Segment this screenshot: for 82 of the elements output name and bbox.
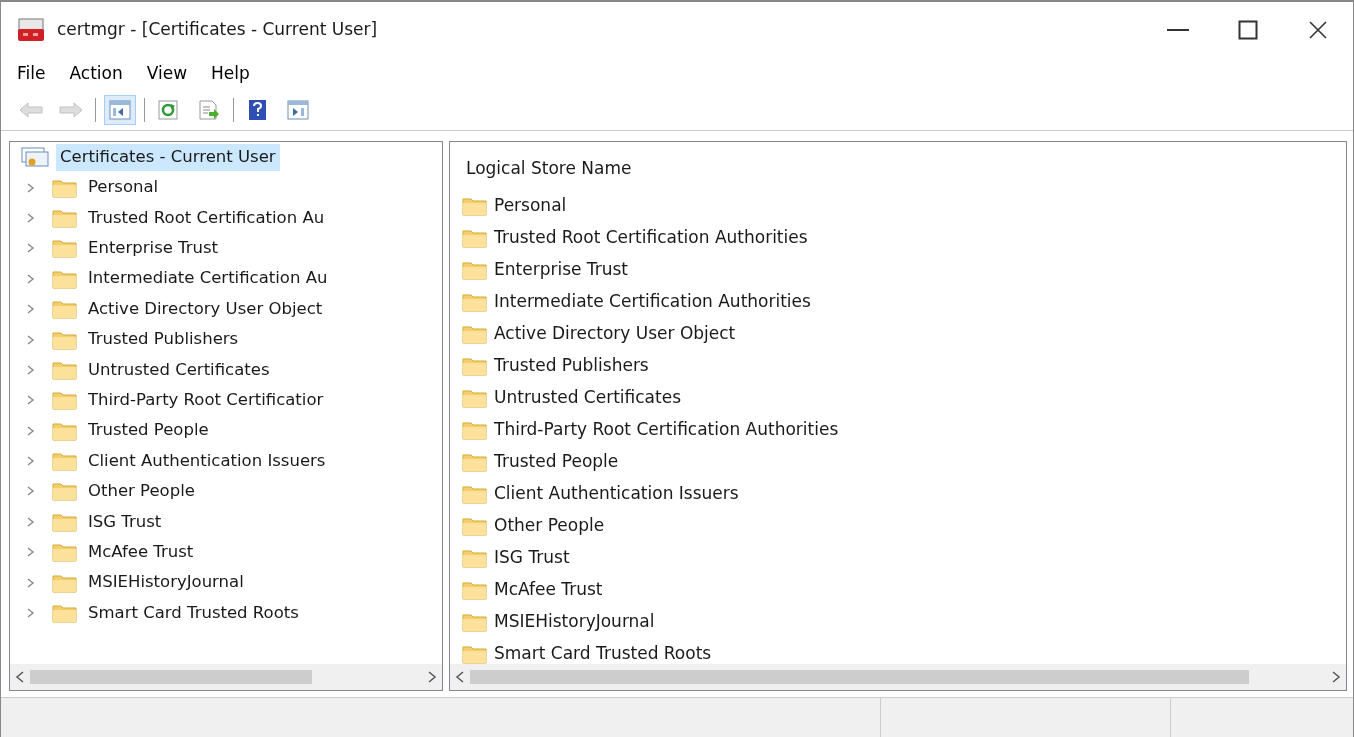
menu-item[interactable]: View xyxy=(136,61,198,87)
menu-item[interactable]: Help xyxy=(201,61,260,87)
folder-icon xyxy=(462,451,488,472)
folder-icon xyxy=(52,542,78,563)
menu-item[interactable]: Action xyxy=(59,61,133,87)
folder-icon xyxy=(462,419,488,440)
list-item[interactable]: Third-Party Root Certification Authorities xyxy=(494,416,839,443)
certificates-icon xyxy=(20,145,50,170)
export-list-icon xyxy=(196,98,222,122)
maximize-icon xyxy=(1238,20,1258,40)
folder-icon xyxy=(462,643,488,664)
folder-icon xyxy=(462,579,488,600)
folder-icon xyxy=(52,511,78,532)
folder-icon xyxy=(462,259,488,280)
tree-item[interactable]: Smart Card Trusted Roots xyxy=(84,599,303,627)
list-item[interactable]: Smart Card Trusted Roots xyxy=(494,640,712,664)
tree-item[interactable]: Trusted Publishers xyxy=(84,326,243,353)
folder-icon xyxy=(462,483,488,504)
folder-icon xyxy=(52,238,78,259)
list-item[interactable]: ISG Trust xyxy=(494,544,570,571)
close-icon xyxy=(1308,20,1328,40)
tree-item[interactable]: Untrusted Certificates xyxy=(84,356,274,384)
tree-item[interactable]: Trusted People xyxy=(84,417,213,445)
horizontal-scrollbar[interactable] xyxy=(450,664,1346,690)
tree-item[interactable]: ISG Trust xyxy=(84,508,166,536)
folder-icon xyxy=(52,451,78,472)
tree-item[interactable]: Intermediate Certification Au xyxy=(84,265,332,293)
list-item[interactable]: Enterprise Trust xyxy=(494,256,629,283)
folder-icon xyxy=(462,387,488,408)
list-item[interactable]: Untrusted Certificates xyxy=(494,384,681,411)
folder-icon xyxy=(462,515,488,536)
folder-icon xyxy=(52,268,78,289)
menu-item[interactable]: File xyxy=(7,61,56,87)
folder-icon xyxy=(52,481,78,502)
folder-icon xyxy=(462,323,488,344)
list-item[interactable]: Personal xyxy=(494,192,567,219)
folder-icon xyxy=(462,355,488,376)
folder-icon xyxy=(462,291,488,312)
list-item[interactable]: Active Directory User Object xyxy=(494,320,736,347)
folder-icon xyxy=(52,299,78,320)
tree-item[interactable]: Trusted Root Certification Au xyxy=(84,204,329,232)
scroll-left-icon[interactable] xyxy=(14,670,26,684)
list-item[interactable]: McAfee Trust xyxy=(494,576,603,603)
tree-item[interactable]: Client Authentication Issuers xyxy=(84,447,330,475)
list-item[interactable]: Trusted Publishers xyxy=(494,352,649,379)
folder-icon xyxy=(462,195,488,216)
list-item[interactable]: Trusted Root Certification Authorities xyxy=(494,224,808,251)
tree-item[interactable]: Third-Party Root Certificatior xyxy=(84,386,328,414)
folder-icon xyxy=(52,420,78,441)
tree-item[interactable]: Other People xyxy=(84,478,199,505)
list-item[interactable]: Trusted People xyxy=(494,448,619,475)
list-item[interactable]: MSIEHistoryJournal xyxy=(494,608,655,635)
minimize-icon xyxy=(1167,28,1189,32)
list-item[interactable]: Client Authentication Issuers xyxy=(494,480,739,507)
folder-icon xyxy=(462,227,488,248)
action-pane-icon xyxy=(285,98,311,122)
console-tree-icon xyxy=(107,98,133,122)
list-item[interactable]: Intermediate Certification Authorities xyxy=(494,288,811,315)
scroll-right-icon[interactable] xyxy=(426,670,438,684)
folder-icon xyxy=(52,177,78,198)
folder-icon xyxy=(52,359,78,380)
tree-item[interactable]: Personal xyxy=(84,174,163,201)
folder-icon xyxy=(52,207,78,228)
tree-item[interactable]: MSIEHistoryJournal xyxy=(84,569,248,597)
app-icon xyxy=(17,17,47,43)
folder-icon xyxy=(52,572,78,593)
tree-item[interactable]: Enterprise Trust xyxy=(84,235,223,262)
folder-icon xyxy=(52,329,78,350)
folder-icon xyxy=(462,611,488,632)
tree-item[interactable]: Certificates - Current User xyxy=(56,143,280,171)
horizontal-scrollbar[interactable] xyxy=(10,664,442,690)
window-title: certmgr - [Certificates - Current User] xyxy=(57,18,378,42)
tree-item[interactable]: Active Directory User Object xyxy=(84,295,327,323)
console-tree-button[interactable] xyxy=(104,95,136,125)
tree-item[interactable]: McAfee Trust xyxy=(84,538,198,566)
list-item[interactable]: Other People xyxy=(494,512,605,539)
folder-icon xyxy=(52,603,78,624)
folder-icon xyxy=(462,547,488,568)
scroll-left-icon[interactable] xyxy=(454,670,466,684)
folder-icon xyxy=(52,390,78,411)
column-header[interactable]: Logical Store Name xyxy=(450,142,1346,190)
scroll-right-icon[interactable] xyxy=(1330,670,1342,684)
